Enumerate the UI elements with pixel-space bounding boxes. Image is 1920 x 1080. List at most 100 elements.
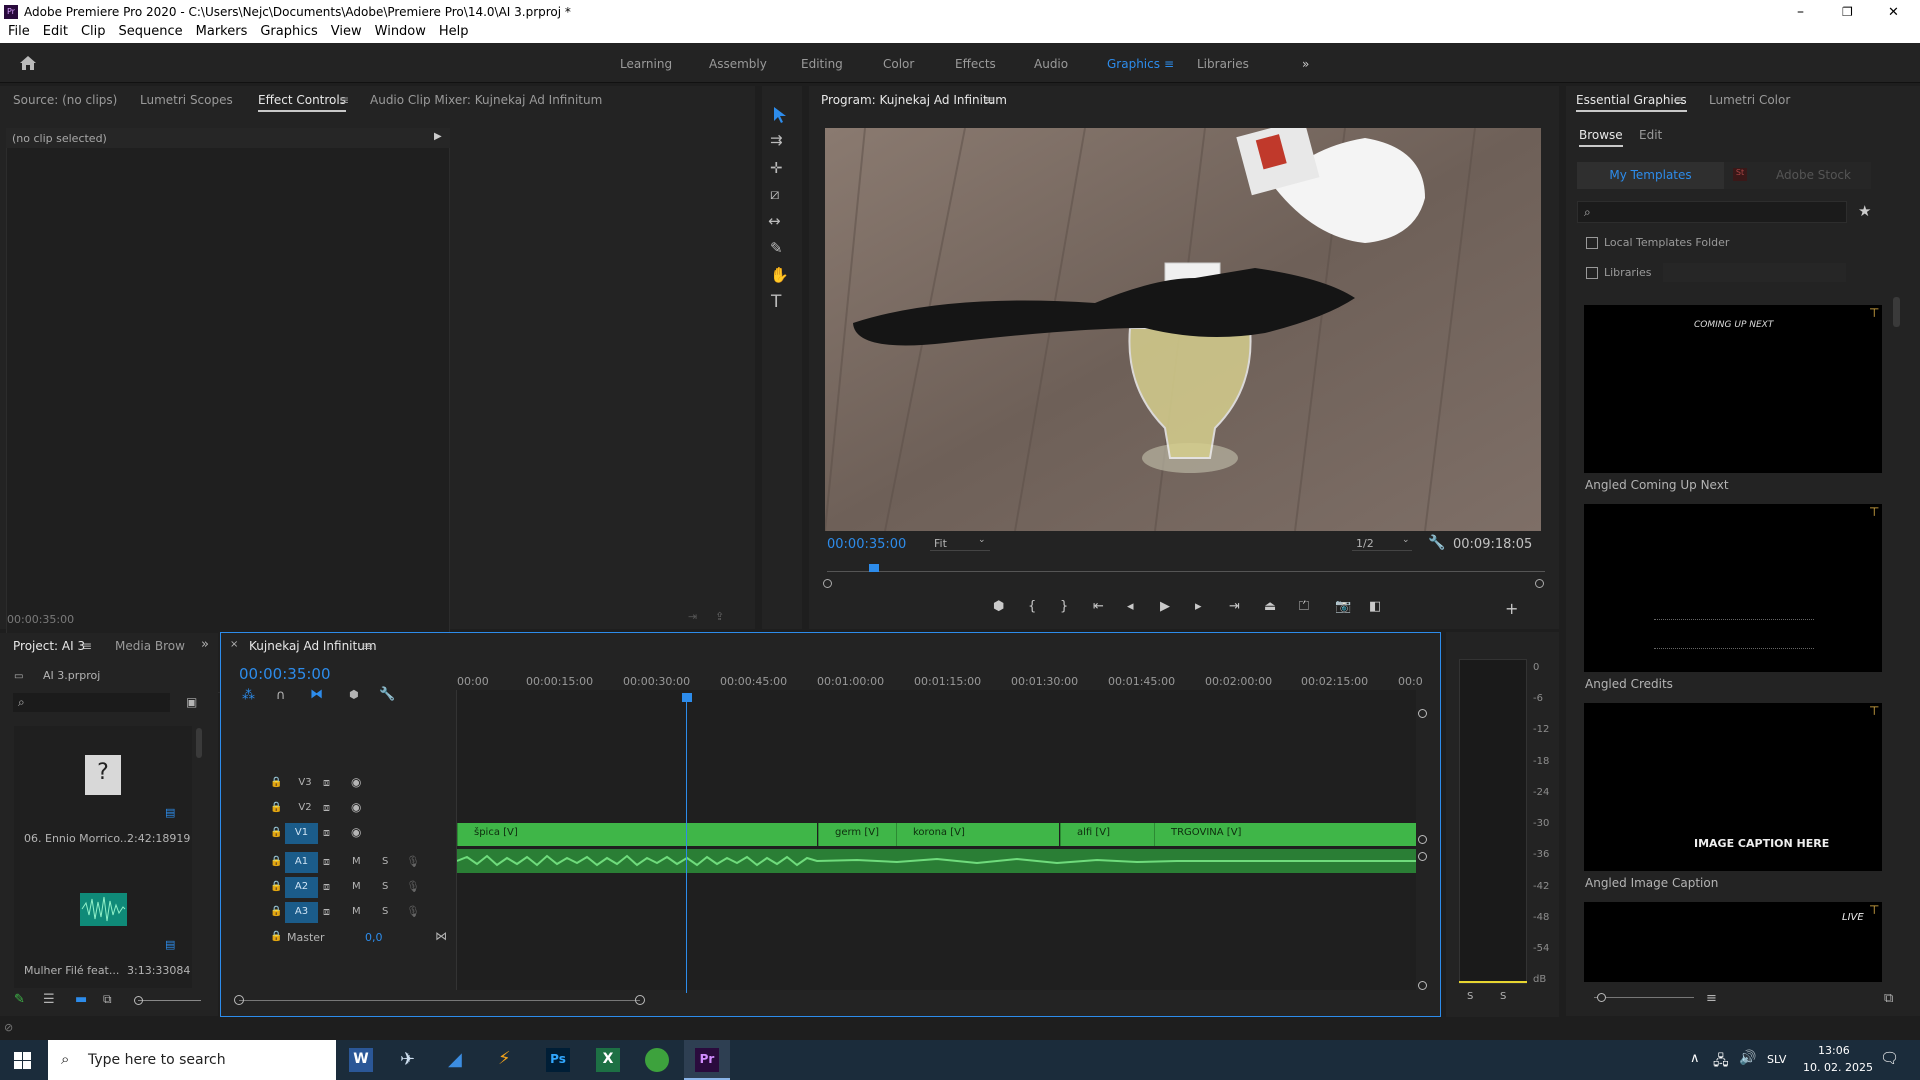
export-icon[interactable]: ⇪ — [715, 610, 724, 623]
eye-icon[interactable]: ◉ — [351, 800, 361, 814]
template-thumbnail-image-caption[interactable]: IMAGE CAPTION HERE ⊤ — [1584, 703, 1882, 871]
track-scroll-top-handle[interactable] — [1418, 709, 1427, 718]
lock-icon[interactable]: 🔒 — [270, 856, 282, 867]
video-clip[interactable]: germ [V] — [818, 823, 896, 846]
mic-icon[interactable]: 🎙 — [406, 855, 420, 868]
video-clip[interactable]: TRGOVINA [V] — [1154, 823, 1416, 846]
volume-icon[interactable]: 🔊 — [1739, 1050, 1756, 1066]
template-thumbnail-coming-up-next[interactable]: COMING UP NEXT ⊤ — [1584, 305, 1882, 473]
go-to-out-icon[interactable]: ⇥ — [1229, 599, 1240, 614]
libraries-dropdown[interactable] — [1663, 263, 1846, 282]
clip-only-icon[interactable]: ⇥ — [688, 610, 697, 623]
sync-lock-icon[interactable]: ⧈ — [323, 776, 330, 790]
selection-tool-icon[interactable] — [772, 106, 788, 124]
go-to-in-icon[interactable]: ⇤ — [1093, 599, 1104, 614]
track-height-handle[interactable] — [1418, 852, 1427, 861]
scrubber-start-handle[interactable] — [823, 579, 832, 588]
missing-media-icon[interactable]: ? — [85, 755, 121, 795]
workspace-color[interactable]: Color — [883, 57, 914, 71]
app-icon-blue[interactable]: ◢ — [448, 1049, 462, 1070]
mute-button[interactable]: M — [352, 906, 361, 917]
video-clip[interactable]: korona [V] — [896, 823, 1059, 846]
sort-icon[interactable]: ≡ — [1706, 991, 1717, 1006]
extract-icon[interactable]: ⏍ — [1299, 599, 1309, 614]
premiere-taskbar-button[interactable]: Pr — [684, 1040, 730, 1080]
excel-app-icon[interactable]: X — [596, 1048, 620, 1072]
zoom-scroll-right-handle[interactable] — [635, 995, 645, 1005]
panel-menu-icon[interactable]: ≡ — [339, 93, 349, 107]
track-select-icon[interactable]: ⇉ — [770, 133, 783, 148]
close-button[interactable]: ✕ — [1888, 5, 1899, 20]
audio-waveform-thumbnail[interactable] — [80, 893, 127, 926]
tray-chevron-up-icon[interactable]: ∧ — [1690, 1051, 1700, 1066]
time-ruler[interactable]: 00:00 00:00:15:00 00:00:30:00 00:00:45:0… — [457, 675, 1423, 688]
workspace-libraries[interactable]: Libraries — [1197, 57, 1249, 71]
word-app-icon[interactable]: W — [349, 1048, 373, 1072]
tab-edit[interactable]: Edit — [1639, 128, 1662, 142]
sync-lock-icon[interactable]: ⧈ — [323, 880, 330, 894]
workspace-assembly[interactable]: Assembly — [709, 57, 767, 71]
program-timecode[interactable]: 00:00:35:00 — [827, 537, 906, 552]
comparison-view-icon[interactable]: ◧ — [1369, 599, 1381, 614]
add-button-icon[interactable]: + — [1505, 599, 1518, 618]
menu-edit[interactable]: Edit — [43, 24, 68, 39]
export-frame-icon[interactable]: 📷 — [1335, 599, 1351, 614]
track-label[interactable]: A1 — [285, 852, 318, 873]
minimize-button[interactable]: – — [1797, 4, 1804, 20]
master-volume-value[interactable]: 0,0 — [365, 931, 383, 944]
add-marker-icon[interactable]: ⬢ — [993, 599, 1004, 614]
write-lock-icon[interactable]: ✎ — [14, 992, 25, 1007]
video-clip[interactable]: alfi [V] — [1060, 823, 1154, 846]
sync-lock-icon[interactable]: ⧈ — [323, 855, 330, 869]
notifications-icon[interactable]: 🗨 — [1880, 1049, 1899, 1067]
tab-lumetri-scopes[interactable]: Lumetri Scopes — [140, 93, 233, 107]
menu-view[interactable]: View — [331, 24, 362, 39]
workspace-learning[interactable]: Learning — [620, 57, 672, 71]
more-panels-icon[interactable]: » — [201, 637, 209, 652]
track-label[interactable]: V1 — [285, 823, 318, 844]
local-templates-checkbox[interactable] — [1586, 237, 1598, 249]
track-label[interactable]: V3 — [293, 777, 317, 788]
menu-file[interactable]: File — [8, 24, 30, 39]
template-thumbnail-credits[interactable]: ⊤ — [1584, 504, 1882, 672]
menu-markers[interactable]: Markers — [196, 24, 248, 39]
add-marker-icon[interactable]: ⬢ — [349, 688, 359, 701]
essential-menu-icon[interactable]: ≡ — [1674, 93, 1684, 107]
scrubber-end-handle[interactable] — [1535, 579, 1544, 588]
solo-right-button[interactable]: S — [1500, 991, 1506, 1002]
new-bin-icon[interactable]: ▣ — [186, 695, 197, 709]
template-search-input[interactable]: ⌕ — [1577, 201, 1847, 223]
tab-source[interactable]: Source: (no clips) — [13, 93, 117, 107]
track-label[interactable]: A2 — [285, 877, 318, 898]
zoom-scroll-left-handle[interactable] — [234, 995, 244, 1005]
program-timeline-scrubber[interactable] — [827, 564, 1545, 574]
lock-icon[interactable]: 🔒 — [270, 777, 282, 788]
program-menu-icon[interactable]: ≡ — [984, 93, 994, 107]
workspace-effects[interactable]: Effects — [955, 57, 996, 71]
maximize-button[interactable]: ❐ — [1842, 5, 1853, 19]
timeline-playhead-line[interactable] — [686, 700, 687, 993]
workspace-menu-icon[interactable]: ≡ — [1164, 57, 1174, 71]
timeline-playhead-handle[interactable] — [682, 693, 692, 702]
menu-clip[interactable]: Clip — [81, 24, 106, 39]
project-menu-icon[interactable]: ≡ — [82, 639, 92, 653]
workspace-graphics[interactable]: Graphics — [1107, 57, 1160, 71]
step-forward-icon[interactable]: ▸ — [1195, 599, 1202, 614]
tab-sequence[interactable]: Kujnekaj Ad Infinitum — [249, 639, 377, 653]
new-layer-icon[interactable]: ⧉ — [1884, 991, 1893, 1006]
libraries-checkbox[interactable] — [1586, 267, 1598, 279]
app-icon-yellow[interactable]: ⚡ — [498, 1048, 511, 1069]
pen-icon[interactable]: ✎ — [770, 241, 783, 256]
master-settings-icon[interactable]: ⋈ — [435, 929, 447, 943]
my-templates-button[interactable]: My Templates — [1577, 162, 1724, 189]
home-icon[interactable] — [19, 55, 37, 71]
sync-lock-icon[interactable]: ⧈ — [323, 905, 330, 919]
project-search-input[interactable]: ⌕ — [13, 693, 170, 712]
nest-icon[interactable]: ⁂ — [242, 688, 255, 703]
ripple-edit-icon[interactable]: ✛ — [770, 161, 783, 176]
tab-lumetri-color[interactable]: Lumetri Color — [1709, 93, 1790, 107]
windows-start-icon[interactable] — [14, 1052, 31, 1069]
track-scroll-bottom-handle[interactable] — [1418, 981, 1427, 990]
wrench-icon[interactable]: 🔧 — [1428, 535, 1445, 551]
mic-icon[interactable]: 🎙 — [406, 905, 420, 918]
